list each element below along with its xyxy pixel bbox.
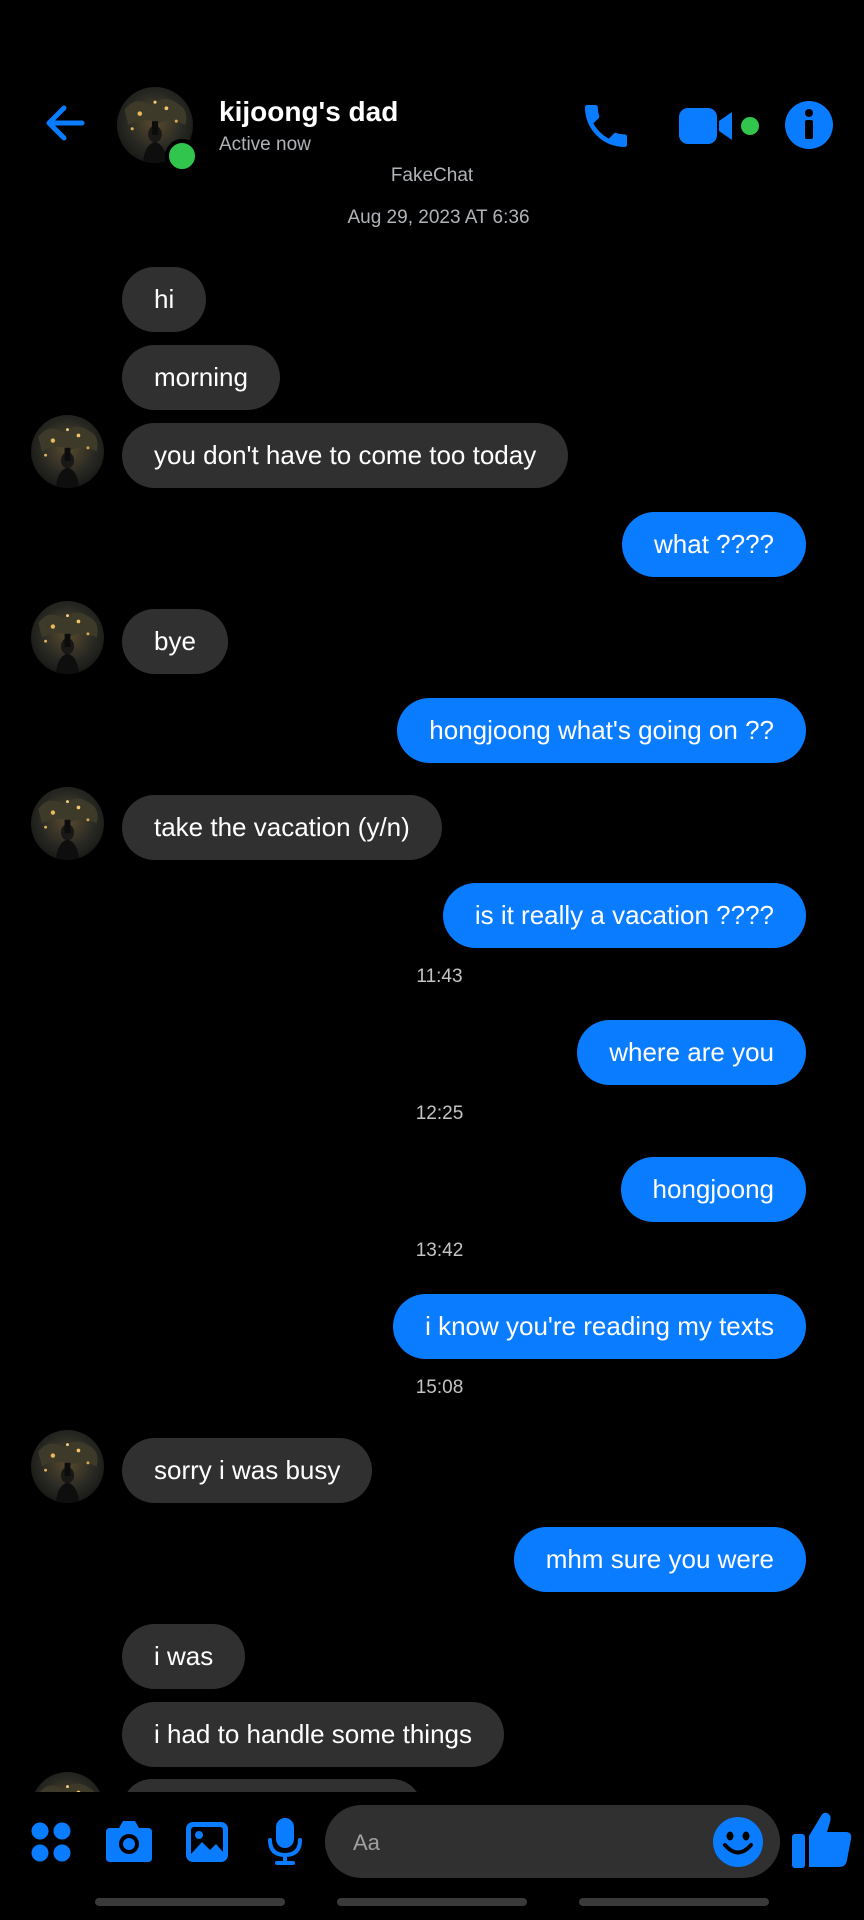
incoming-message[interactable]: i had to handle some things bbox=[122, 1702, 504, 1767]
incoming-message[interactable]: hi bbox=[122, 267, 207, 332]
message-input-container[interactable] bbox=[325, 1805, 780, 1880]
contact-avatar[interactable] bbox=[31, 787, 104, 860]
outgoing-message[interactable]: mhm sure you were bbox=[513, 1527, 806, 1592]
outgoing-message[interactable]: what ???? bbox=[622, 512, 806, 577]
nav-recent-apps[interactable] bbox=[95, 1898, 285, 1906]
nav-back[interactable] bbox=[579, 1898, 769, 1906]
nav-home[interactable] bbox=[337, 1898, 527, 1906]
timestamp: 12:25 bbox=[415, 1103, 464, 1124]
outgoing-message[interactable]: is it really a vacation ???? bbox=[442, 883, 806, 948]
timestamp: 11:43 bbox=[416, 966, 463, 987]
microphone-icon[interactable] bbox=[267, 1817, 303, 1872]
app-label: FakeChat bbox=[390, 165, 474, 186]
phone-icon[interactable] bbox=[578, 98, 634, 154]
camera-icon[interactable] bbox=[104, 1818, 154, 1869]
active-status: Active now bbox=[219, 134, 311, 155]
incoming-message[interactable]: i was bbox=[122, 1624, 246, 1689]
outgoing-message[interactable]: i know you're reading my texts bbox=[393, 1294, 806, 1359]
conversation-date: Aug 29, 2023 AT 6:36 bbox=[347, 207, 530, 228]
outgoing-message[interactable]: where are you bbox=[577, 1020, 806, 1085]
timestamp: 13:42 bbox=[415, 1240, 464, 1261]
gallery-icon[interactable] bbox=[184, 1820, 230, 1869]
incoming-message[interactable]: you don't have to come too today bbox=[122, 423, 569, 488]
contact-name[interactable]: kijoong's dad bbox=[219, 96, 398, 128]
outgoing-message[interactable]: hongjoong what's going on ?? bbox=[397, 698, 806, 763]
thumbs-up-icon[interactable] bbox=[790, 1810, 854, 1875]
incoming-message[interactable]: bye bbox=[122, 609, 228, 674]
contact-avatar[interactable] bbox=[31, 415, 104, 488]
message-input[interactable] bbox=[351, 1805, 695, 1880]
video-camera-icon[interactable] bbox=[678, 104, 760, 148]
incoming-message[interactable]: sorry i was busy bbox=[122, 1438, 373, 1503]
outgoing-message[interactable]: hongjoong bbox=[620, 1157, 806, 1222]
back-arrow-icon[interactable] bbox=[42, 100, 88, 146]
timestamp: 15:08 bbox=[415, 1377, 464, 1398]
apps-grid-icon[interactable] bbox=[30, 1821, 72, 1868]
contact-avatar[interactable] bbox=[31, 601, 104, 674]
emoji-icon[interactable] bbox=[712, 1816, 764, 1873]
incoming-message[interactable]: take the vacation (y/n) bbox=[122, 795, 442, 860]
info-icon[interactable] bbox=[784, 100, 834, 150]
incoming-message[interactable]: morning bbox=[122, 345, 280, 410]
contact-avatar[interactable] bbox=[31, 1430, 104, 1503]
